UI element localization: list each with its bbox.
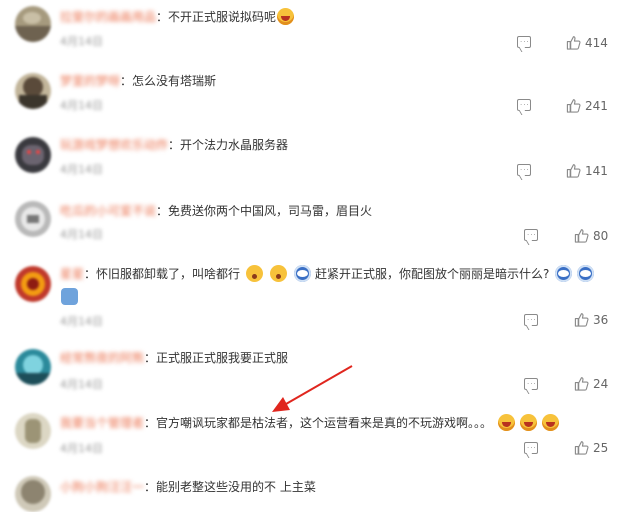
colon: ： [156,10,169,24]
comment-meta: 4月14日 [60,163,103,176]
like-count: 141 [585,164,608,178]
like-button[interactable]: 24 [574,376,608,391]
colon: ： [156,204,169,218]
comment-text: 正式服正式服我要正式服 [156,351,289,365]
comment-text: 不开正式服说拟码呢 [168,10,277,24]
avatar[interactable] [15,73,51,109]
shocked-emoji-icon [270,265,288,282]
like-count: 24 [593,377,609,391]
comment-bubble-icon[interactable]: ··· [524,378,538,390]
like-button[interactable]: 141 [566,163,608,178]
thumbs-up-icon [574,313,589,327]
username-link[interactable]: 吃瓜的小可爱不说 [60,202,156,220]
shocked-emoji-icon [246,265,264,282]
username-link[interactable]: 玩游戏梦想欢乐动炸 [60,136,168,154]
laughing-emoji-icon [542,414,560,431]
like-count: 241 [585,99,608,113]
comment-meta: 4月14日 [60,315,103,328]
comment-bubble-icon[interactable]: ··· [517,99,531,111]
comment-text: 官方嘲讽玩家都是枯法者，这个运营看来是真的不玩游戏啊。。。 [156,416,493,430]
comment-text: 能别老整这些没用的不 上主菜 [156,480,316,494]
like-button[interactable]: 241 [566,98,608,113]
doge-emoji-icon [294,265,312,282]
thumbs-up-icon [566,164,581,178]
avatar[interactable] [15,266,51,302]
comment-meta: 4月14日 [60,442,103,455]
thumbs-up-icon [574,441,589,455]
like-button[interactable]: 414 [566,35,608,50]
avatar[interactable] [15,137,51,173]
like-button[interactable]: 25 [574,440,608,455]
comment-text: 开个法力水晶服务器 [180,138,289,152]
comment-meta: 4月14日 [60,378,103,391]
avatar[interactable] [15,201,51,237]
comment-text: 怀旧服都卸载了，叫啥都行 [96,267,241,281]
thumbs-up-icon [566,99,581,113]
comment-meta: 4月14日 [60,35,103,48]
avatar[interactable] [15,476,51,512]
username-link[interactable]: 拉斐尔的画画用品 [60,8,156,26]
like-button[interactable]: 80 [574,228,608,243]
like-button[interactable]: 36 [574,312,608,327]
username-link[interactable]: 梦里的梦呀 [60,72,120,90]
comment-meta: 4月14日 [60,228,103,241]
username-link[interactable]: 小狗小狗汪汪一 [60,478,144,496]
comment-bubble-icon[interactable]: ··· [524,229,538,241]
laughing-emoji-icon [498,414,516,431]
colon: ： [168,138,181,152]
comment-bubble-icon[interactable]: ··· [517,36,531,48]
like-count: 36 [593,313,609,327]
comment-meta: 4月14日 [60,99,103,112]
like-count: 80 [593,229,609,243]
like-count: 25 [593,441,609,455]
avatar[interactable] [15,6,51,42]
username-link[interactable]: 经常熬夜的阿熊 [60,349,144,367]
colon: ： [144,416,157,430]
comment-text: 怎么没有塔瑞斯 [132,74,217,88]
comment-text: 免费送你两个中国风，司马雷，眉目火 [168,204,373,218]
username-link[interactable]: 星星 [60,265,84,283]
doge-emoji-icon [577,265,595,282]
thumbs-up-icon [566,36,581,50]
sticker-emoji-icon [61,288,78,305]
laughing-emoji-icon [520,414,538,431]
comment-bubble-icon[interactable]: ··· [517,164,531,176]
comment-text-continued: 赶紧开正式服，你配图放个丽丽是暗示什么? [315,267,550,281]
colon: ： [144,480,157,494]
laughing-emoji-icon [277,8,295,25]
colon: ： [84,267,97,281]
avatar[interactable] [15,349,51,385]
avatar[interactable] [15,413,51,449]
thumbs-up-icon [574,377,589,391]
like-count: 414 [585,36,608,50]
colon: ： [144,351,157,365]
colon: ： [120,74,133,88]
comment-bubble-icon[interactable]: ··· [524,442,538,454]
comment-bubble-icon[interactable]: ··· [524,314,538,326]
username-link[interactable]: 我要当个管理者 [60,414,144,432]
thumbs-up-icon [574,229,589,243]
doge-emoji-icon [555,265,573,282]
